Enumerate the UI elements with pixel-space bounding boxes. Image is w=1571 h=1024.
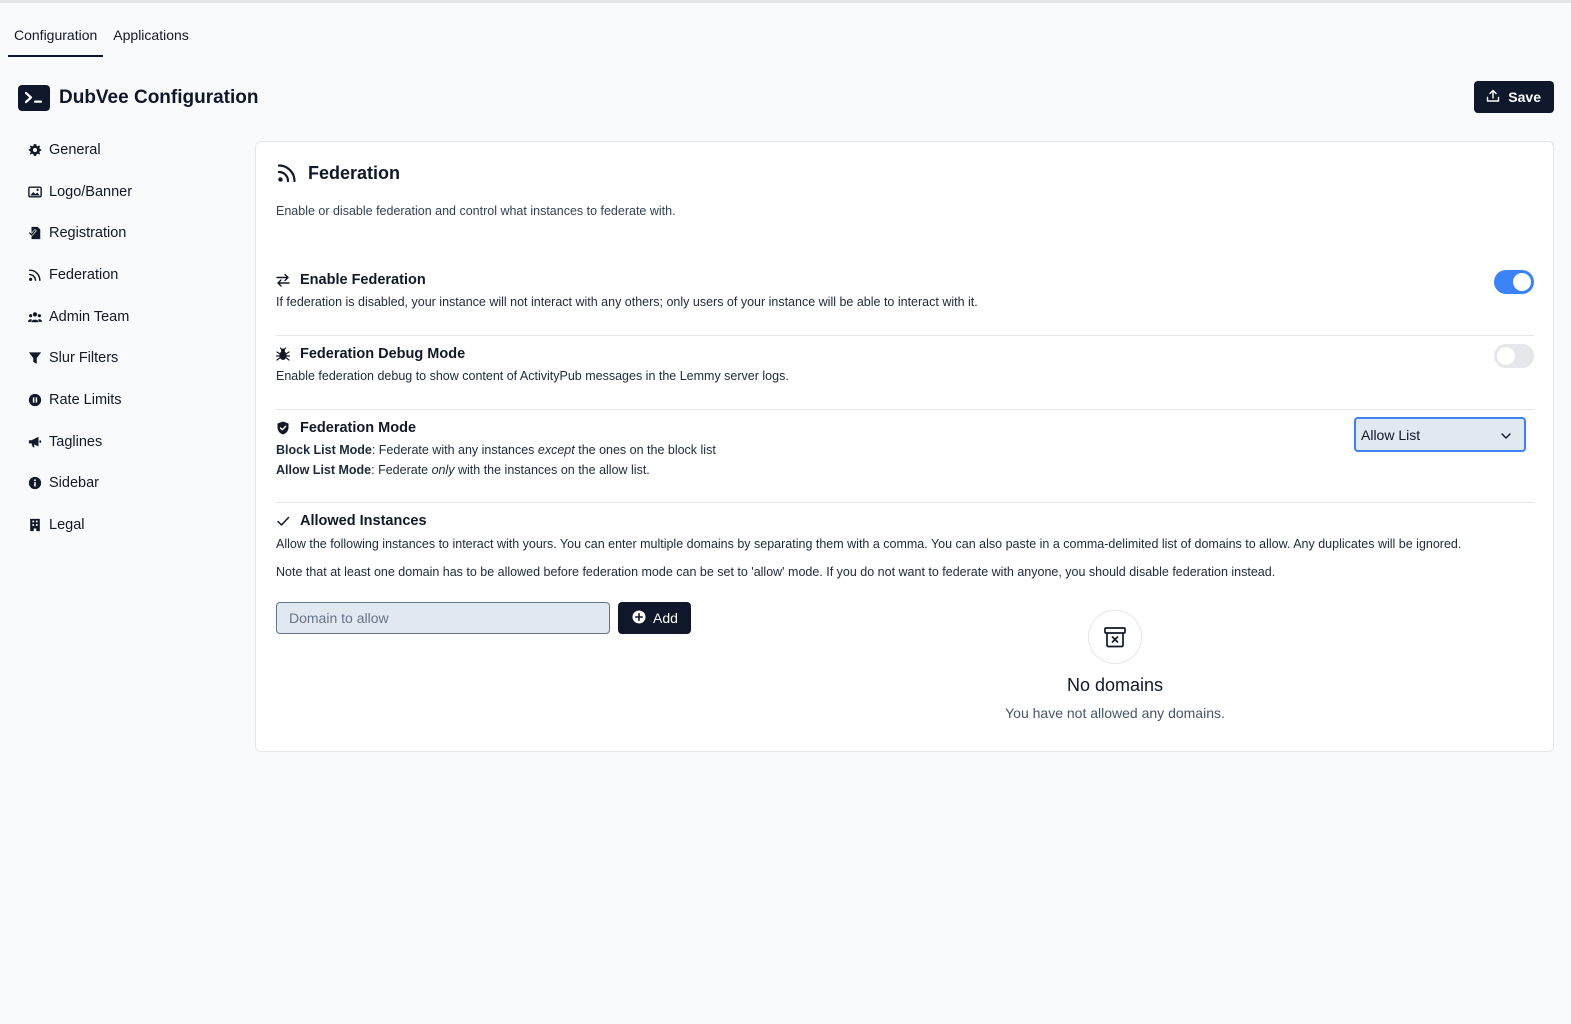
- add-label: Add: [653, 610, 678, 626]
- add-domain-button[interactable]: Add: [618, 602, 691, 634]
- empty-state-icon-wrap: [1088, 610, 1142, 664]
- sidebar-item-rate-limits[interactable]: Rate Limits: [28, 379, 238, 421]
- rss-icon: [277, 164, 296, 183]
- allow-emphasis: only: [431, 463, 455, 477]
- federation-mode-select[interactable]: Allow List: [1354, 417, 1526, 452]
- sidebar-item-label: Legal: [49, 517, 85, 534]
- block-list-mode-label: Block List Mode: [276, 443, 372, 457]
- allow-list-mode-description: Allow List Mode: Federate only with the …: [276, 462, 1534, 478]
- page-header: DubVee Configuration Save: [18, 81, 1554, 116]
- sidebar-item-label: Rate Limits: [49, 391, 122, 408]
- empty-state-title: No domains: [1066, 675, 1164, 695]
- funnel-icon: [28, 351, 42, 365]
- plus-circle-icon: [632, 610, 646, 627]
- sidebar-item-logo-banner[interactable]: Logo/Banner: [28, 171, 238, 213]
- checkmark-icon: [276, 514, 290, 528]
- sidebar-item-federation[interactable]: Federation: [28, 254, 238, 296]
- sidebar-item-label: Sidebar: [49, 475, 99, 492]
- sidebar-item-sidebar[interactable]: Sidebar: [28, 463, 238, 505]
- sidebar-item-label: Slur Filters: [49, 350, 119, 367]
- sidebar-item-taglines[interactable]: Taglines: [28, 421, 238, 463]
- page-title: DubVee Configuration: [59, 87, 259, 108]
- info-icon: [28, 476, 42, 490]
- bug-icon: [276, 347, 290, 361]
- allow-text-2: with the instances on the allow list.: [454, 463, 650, 477]
- sidebar-item-label: Taglines: [49, 433, 103, 450]
- sidebar-item-label: Admin Team: [49, 308, 130, 325]
- sidebar-item-label: Logo/Banner: [49, 183, 133, 200]
- debug-mode-section: Federation Debug Mode Enable federation …: [276, 344, 1534, 384]
- archive-x-icon: [1104, 627, 1126, 648]
- building-icon: [28, 518, 42, 532]
- sidebar-item-legal[interactable]: Legal: [28, 504, 238, 546]
- megaphone-icon: [28, 435, 42, 449]
- domain-to-allow-input[interactable]: [276, 602, 610, 634]
- federation-mode-selected-value: Allow List: [1361, 426, 1421, 443]
- federation-mode-title: Federation Mode: [300, 420, 417, 436]
- enable-federation-section: Enable Federation If federation is disab…: [276, 270, 1534, 310]
- document-check-icon: [28, 226, 42, 240]
- terminal-icon: [18, 85, 50, 111]
- sidebar-item-label: Registration: [49, 225, 127, 242]
- debug-mode-toggle[interactable]: [1494, 344, 1534, 368]
- pause-circle-icon: [28, 393, 42, 407]
- block-text-1: : Federate with any instances: [371, 443, 538, 457]
- federation-card: Federation Enable or disable federation …: [255, 141, 1554, 752]
- block-text-2: the ones on the block list: [574, 443, 716, 457]
- sidebar-item-general[interactable]: General: [28, 129, 238, 171]
- arrows-exchange-icon: [276, 273, 290, 287]
- block-emphasis: except: [537, 443, 575, 457]
- enable-federation-toggle[interactable]: [1494, 270, 1534, 294]
- divider: [276, 335, 1534, 336]
- tab-applications[interactable]: Applications: [107, 18, 195, 57]
- card-header: Federation: [276, 162, 400, 184]
- federation-mode-section: Federation Mode Block List Mode: Federat…: [276, 417, 1534, 478]
- people-icon: [28, 310, 42, 324]
- allowed-instances-description: Allow the following instances to interac…: [276, 537, 1462, 551]
- allow-text-1: : Federate: [371, 463, 432, 477]
- sidebar-item-admin-team[interactable]: Admin Team: [28, 296, 238, 338]
- card-description: Enable or disable federation and control…: [276, 204, 676, 218]
- sidebar-item-label: Federation: [49, 266, 119, 283]
- allowed-instances-note: Note that at least one domain has to be …: [276, 565, 1276, 579]
- enable-federation-description: If federation is disabled, your instance…: [276, 295, 978, 309]
- card-title: Federation: [308, 162, 401, 183]
- empty-state-description: You have not allowed any domains.: [1005, 705, 1225, 721]
- divider: [276, 409, 1534, 410]
- sidebar-item-registration[interactable]: Registration: [28, 212, 238, 254]
- debug-mode-description: Enable federation debug to show content …: [276, 369, 789, 383]
- gear-icon: [28, 143, 42, 157]
- block-list-mode-description: Block List Mode: Federate with any insta…: [276, 442, 1534, 458]
- allow-list-mode-label: Allow List Mode: [276, 463, 372, 477]
- sidebar-item-slur-filters[interactable]: Slur Filters: [28, 337, 238, 379]
- sidebar-item-label: General: [49, 141, 101, 158]
- save-button[interactable]: Save: [1474, 81, 1554, 113]
- enable-federation-title: Enable Federation: [300, 272, 426, 288]
- toggle-knob: [1513, 273, 1531, 291]
- save-label: Save: [1508, 89, 1541, 105]
- debug-mode-title: Federation Debug Mode: [300, 346, 466, 362]
- rss-icon: [28, 268, 42, 282]
- allowed-instances-title: Allowed Instances: [300, 513, 427, 529]
- upload-icon: [1486, 89, 1500, 106]
- allowed-instances-section: Allowed Instances Allow the following in…: [276, 511, 1534, 580]
- image-icon: [28, 185, 42, 199]
- divider: [276, 502, 1534, 503]
- chevron-down-icon: [1501, 433, 1511, 439]
- toggle-knob: [1497, 347, 1515, 365]
- top-border: [0, 0, 1571, 3]
- sidebar: General Logo/Banner Registration Federat…: [28, 129, 238, 546]
- tab-configuration[interactable]: Configuration: [8, 18, 104, 57]
- top-tabs: Configuration Applications: [8, 18, 195, 57]
- shield-check-icon: [276, 421, 290, 435]
